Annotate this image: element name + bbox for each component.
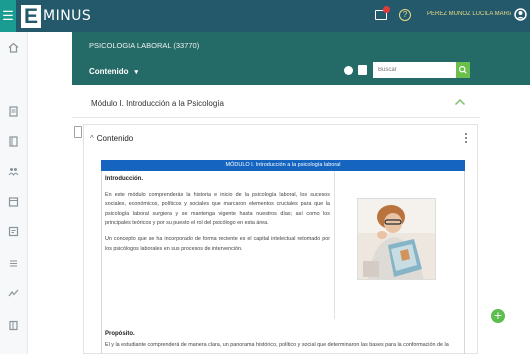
home-icon[interactable] <box>8 42 19 53</box>
list-icon[interactable] <box>8 258 19 269</box>
left-sidebar <box>0 32 28 354</box>
files-icon[interactable] <box>8 320 19 331</box>
chevron-up-icon: ^ <box>90 134 94 143</box>
add-button[interactable]: + <box>491 309 505 323</box>
tab-contenido[interactable]: Contenido ▾ <box>89 67 138 76</box>
calendar-icon[interactable] <box>8 196 19 207</box>
purpose-text: El y la estudiante comprenderá de manera… <box>105 342 449 348</box>
concept-paragraph: Un concepto que se ha incorporado de for… <box>105 235 330 252</box>
people-icon[interactable] <box>8 166 19 177</box>
module-header[interactable]: Módulo I. Introducción a la Psicología <box>72 90 480 118</box>
dashboard-icon[interactable] <box>8 74 19 85</box>
logo-letter: E <box>21 4 41 28</box>
chevron-down-icon: ▾ <box>134 69 139 76</box>
course-title: PSICOLOGIA LABORAL (33770) <box>89 41 200 50</box>
search-icon <box>458 65 467 74</box>
logo-text: MINUS <box>43 8 92 24</box>
notification-badge <box>383 6 390 13</box>
username[interactable]: PEREZ MUÑOZ LUCILA MARIA <box>427 11 511 17</box>
course-header: PSICOLOGIA LABORAL (33770) Contenido ▾ <box>72 32 530 85</box>
content-card: ^ Contenido MÓDULO I. Introducción a la p… <box>83 124 478 354</box>
chevron-up-icon[interactable] <box>454 97 466 107</box>
help-icon[interactable]: ? <box>399 9 411 21</box>
module-banner: MÓDULO I. Introducción a la psicología l… <box>101 160 465 171</box>
card-title: Contenido <box>96 134 134 143</box>
card-heading[interactable]: ^ Contenido <box>90 134 133 143</box>
document-icon[interactable] <box>74 126 82 138</box>
activity-icon[interactable] <box>8 288 19 299</box>
reading-woman-image <box>357 198 436 280</box>
divider <box>334 171 335 319</box>
intro-paragraph: En este módulo comprenderás la historia … <box>105 191 330 227</box>
intro-heading: Introducción. <box>105 176 143 182</box>
eye-icon[interactable] <box>344 66 353 75</box>
menu-icon[interactable]: ☰ <box>0 0 16 32</box>
book-icon[interactable] <box>8 136 19 147</box>
more-options-icon[interactable] <box>465 133 469 145</box>
logo[interactable]: E MINUS <box>21 4 91 28</box>
user-icon[interactable] <box>514 8 527 22</box>
content-frame: Introducción. En este módulo comprenderá… <box>101 171 465 354</box>
purpose-heading: Propósito. <box>105 331 135 337</box>
search-button[interactable] <box>456 62 470 78</box>
grades-icon[interactable] <box>8 226 19 237</box>
app-window: ☰ E MINUS ? PEREZ MUÑOZ LUCILA MARIA PSI… <box>0 0 530 354</box>
search-input[interactable] <box>373 62 456 78</box>
module-title: Módulo I. Introducción a la Psicología <box>91 99 224 108</box>
document-icon[interactable] <box>358 65 367 75</box>
top-bar: ☰ E MINUS ? PEREZ MUÑOZ LUCILA MARIA <box>0 0 530 32</box>
tab-label: Contenido <box>89 67 129 76</box>
text-column: Introducción. En este módulo comprenderá… <box>105 175 330 260</box>
document-icon[interactable] <box>8 106 19 117</box>
